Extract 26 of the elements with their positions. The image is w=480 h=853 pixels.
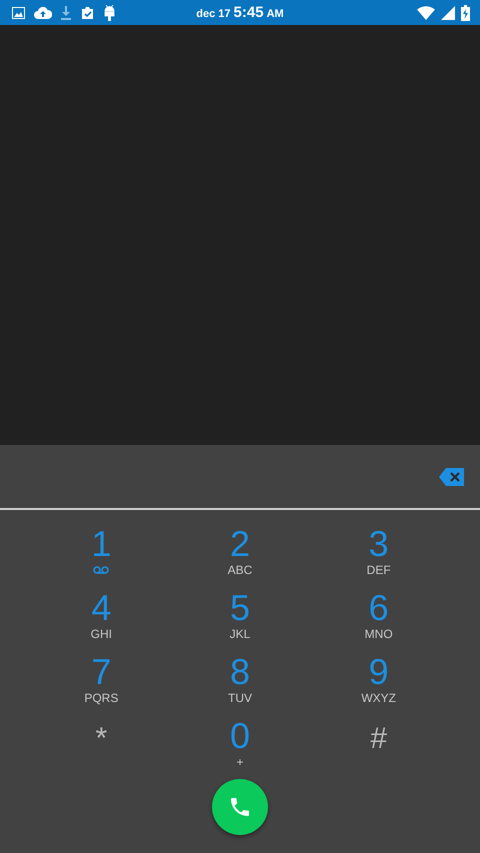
voicemail-icon bbox=[93, 566, 110, 574]
cell-signal-icon bbox=[441, 6, 455, 20]
dial-key[interactable]: 0 + bbox=[170, 710, 310, 774]
status-meridiem: AM bbox=[266, 8, 284, 20]
clipboard-check-icon bbox=[80, 6, 95, 19]
dial-key[interactable]: # bbox=[309, 710, 448, 774]
backspace-icon[interactable] bbox=[439, 468, 464, 486]
dial-key[interactable]: * bbox=[32, 710, 171, 774]
call-button[interactable] bbox=[212, 779, 268, 835]
dial-key[interactable]: 6 MNO bbox=[309, 582, 448, 646]
status-time: 5:45 bbox=[234, 4, 264, 21]
dial-key[interactable]: 4 GHI bbox=[32, 582, 171, 646]
image-icon bbox=[12, 6, 25, 18]
cloud-upload-icon bbox=[34, 6, 52, 18]
dial-key[interactable]: 7 PQRS bbox=[32, 646, 171, 710]
phone-icon bbox=[228, 795, 252, 819]
android-icon bbox=[104, 4, 115, 20]
dial-key[interactable]: 2 ABC bbox=[170, 518, 310, 582]
dial-key[interactable]: 9 WXYZ bbox=[309, 646, 448, 710]
status-date: dec 17 bbox=[196, 8, 231, 20]
dial-key[interactable]: 5 JKL bbox=[170, 582, 310, 646]
download-icon bbox=[61, 6, 71, 20]
dial-key[interactable]: 3 DEF bbox=[309, 518, 448, 582]
battery-charging-icon bbox=[461, 4, 470, 20]
wifi-icon bbox=[417, 6, 435, 20]
dial-key[interactable]: 8 TUV bbox=[170, 646, 310, 710]
